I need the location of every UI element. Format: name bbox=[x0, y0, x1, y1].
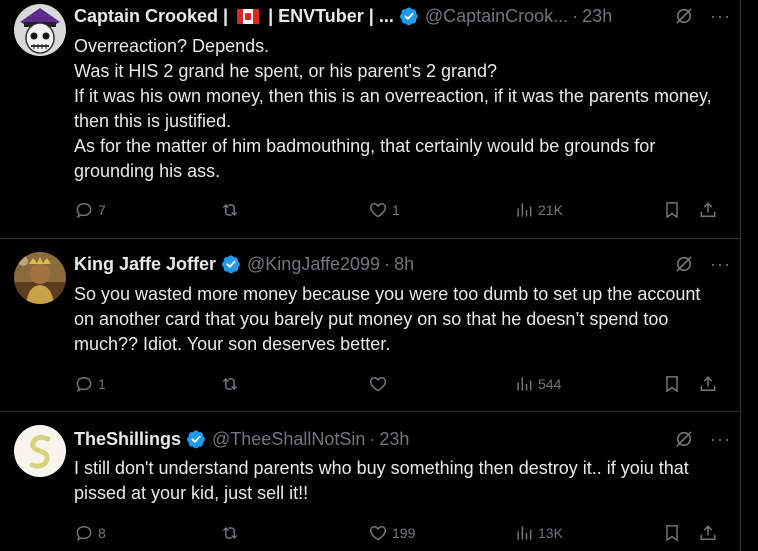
views-chart-icon bbox=[517, 526, 532, 540]
like-button[interactable]: 1 bbox=[368, 198, 400, 222]
canada-flag-icon bbox=[237, 8, 260, 24]
like-count: 1 bbox=[392, 202, 400, 218]
separator-dot: · bbox=[572, 5, 579, 26]
tweet-line: If it was his own money, then this is an… bbox=[74, 86, 712, 131]
bookmark-button[interactable] bbox=[662, 372, 682, 396]
reply-count: 7 bbox=[98, 202, 106, 218]
like-button[interactable] bbox=[368, 372, 392, 396]
tweet-line: As for the matter of him badmouthing, th… bbox=[74, 136, 656, 181]
reply-count: 8 bbox=[98, 525, 106, 541]
views-count: 13K bbox=[538, 525, 563, 541]
action-bar: 8 199 13K bbox=[74, 521, 726, 545]
views-button[interactable]: 13K bbox=[514, 521, 563, 545]
reply-count: 1 bbox=[98, 376, 106, 392]
display-name[interactable]: King Jaffe Joffer bbox=[74, 254, 216, 275]
repost-button[interactable] bbox=[220, 372, 244, 396]
tweet-2[interactable]: King Jaffe Joffer @KingJaffe2099 · 8h ··… bbox=[0, 238, 741, 412]
tweet-text: So you wasted more money because you wer… bbox=[74, 282, 724, 357]
tweet-header: King Jaffe Joffer @KingJaffe2099 · 8h ··… bbox=[74, 252, 731, 276]
bookmark-icon bbox=[666, 525, 678, 542]
heart-icon bbox=[369, 202, 387, 218]
handle[interactable]: @CaptainCrook... bbox=[425, 6, 568, 27]
views-count: 21K bbox=[538, 202, 563, 218]
tweet-3[interactable]: TheShillings @TheeShallNotSin · 23h ··· … bbox=[0, 411, 741, 551]
share-icon bbox=[700, 202, 716, 217]
avatar[interactable] bbox=[14, 425, 66, 477]
share-button[interactable] bbox=[698, 372, 718, 396]
separator-dot: · bbox=[369, 428, 376, 449]
tweet-1[interactable]: Captain Crooked | | ENVTuber | ... @Capt… bbox=[0, 0, 741, 239]
tweet-header: Captain Crooked | | ENVTuber | ... @Capt… bbox=[74, 4, 731, 28]
action-bar: 1 544 bbox=[74, 372, 726, 396]
avatar[interactable] bbox=[14, 252, 66, 304]
separator-dot: · bbox=[384, 253, 391, 274]
timestamp[interactable]: 23h bbox=[379, 429, 409, 450]
tweet-header: TheShillings @TheeShallNotSin · 23h ··· bbox=[74, 427, 731, 451]
repost-button[interactable] bbox=[220, 198, 244, 222]
share-icon bbox=[700, 376, 716, 391]
more-options-icon[interactable]: ··· bbox=[710, 255, 731, 273]
more-options-icon[interactable]: ··· bbox=[710, 7, 731, 25]
tweet-line: Was it HIS 2 grand he spent, or his pare… bbox=[74, 61, 497, 81]
views-chart-icon bbox=[517, 203, 532, 217]
display-name[interactable]: TheShillings bbox=[74, 429, 181, 450]
tweet-text: I still don't understand parents who buy… bbox=[74, 456, 724, 506]
more-options-icon[interactable]: ··· bbox=[710, 430, 731, 448]
verified-badge-icon[interactable] bbox=[186, 429, 206, 449]
tweet-text: Overreaction? Depends. Was it HIS 2 gran… bbox=[74, 34, 724, 184]
share-icon bbox=[700, 525, 716, 540]
handle[interactable]: @KingJaffe2099 bbox=[247, 254, 380, 275]
shillings-logo-icon bbox=[14, 425, 66, 477]
timestamp[interactable]: 23h bbox=[582, 6, 612, 27]
reply-button[interactable]: 8 bbox=[74, 521, 106, 545]
bookmark-icon bbox=[666, 376, 678, 393]
views-button[interactable]: 544 bbox=[514, 372, 561, 396]
display-name[interactable]: Captain Crooked | | ENVTuber | ... bbox=[74, 6, 394, 27]
bookmark-button[interactable] bbox=[662, 521, 682, 545]
reply-button[interactable]: 1 bbox=[74, 372, 106, 396]
bookmark-button[interactable] bbox=[662, 198, 682, 222]
views-count: 544 bbox=[538, 376, 562, 392]
bookmark-icon bbox=[666, 202, 678, 219]
repost-icon bbox=[222, 377, 238, 391]
repost-button[interactable] bbox=[220, 521, 244, 545]
tweet-line: Overreaction? Depends. bbox=[74, 36, 270, 56]
tweet-line: So you wasted more money because you wer… bbox=[74, 284, 701, 354]
right-scroll-rail[interactable] bbox=[740, 0, 758, 551]
grok-icon[interactable] bbox=[674, 6, 694, 26]
repost-icon bbox=[222, 526, 238, 540]
verified-badge-icon[interactable] bbox=[399, 6, 419, 26]
reply-icon bbox=[76, 202, 92, 219]
share-button[interactable] bbox=[698, 521, 718, 545]
like-count: 199 bbox=[392, 525, 416, 541]
action-bar: 7 1 21K bbox=[74, 198, 726, 222]
grok-icon[interactable] bbox=[674, 254, 694, 274]
timestamp[interactable]: 8h bbox=[394, 254, 414, 275]
heart-icon bbox=[369, 525, 387, 541]
king-avatar-icon bbox=[14, 252, 66, 304]
avatar[interactable] bbox=[14, 4, 66, 56]
like-button[interactable]: 199 bbox=[368, 521, 415, 545]
verified-badge-icon[interactable] bbox=[221, 254, 241, 274]
grok-icon[interactable] bbox=[674, 429, 694, 449]
reply-button[interactable]: 7 bbox=[74, 198, 106, 222]
reply-icon bbox=[76, 525, 92, 542]
skull-avatar-icon bbox=[14, 4, 66, 56]
reply-icon bbox=[76, 376, 92, 393]
handle[interactable]: @TheeShallNotSin bbox=[212, 429, 365, 450]
repost-icon bbox=[222, 203, 238, 217]
heart-icon bbox=[369, 376, 387, 392]
views-button[interactable]: 21K bbox=[514, 198, 563, 222]
tweet-line: I still don't understand parents who buy… bbox=[74, 458, 689, 503]
views-chart-icon bbox=[517, 377, 532, 391]
share-button[interactable] bbox=[698, 198, 718, 222]
